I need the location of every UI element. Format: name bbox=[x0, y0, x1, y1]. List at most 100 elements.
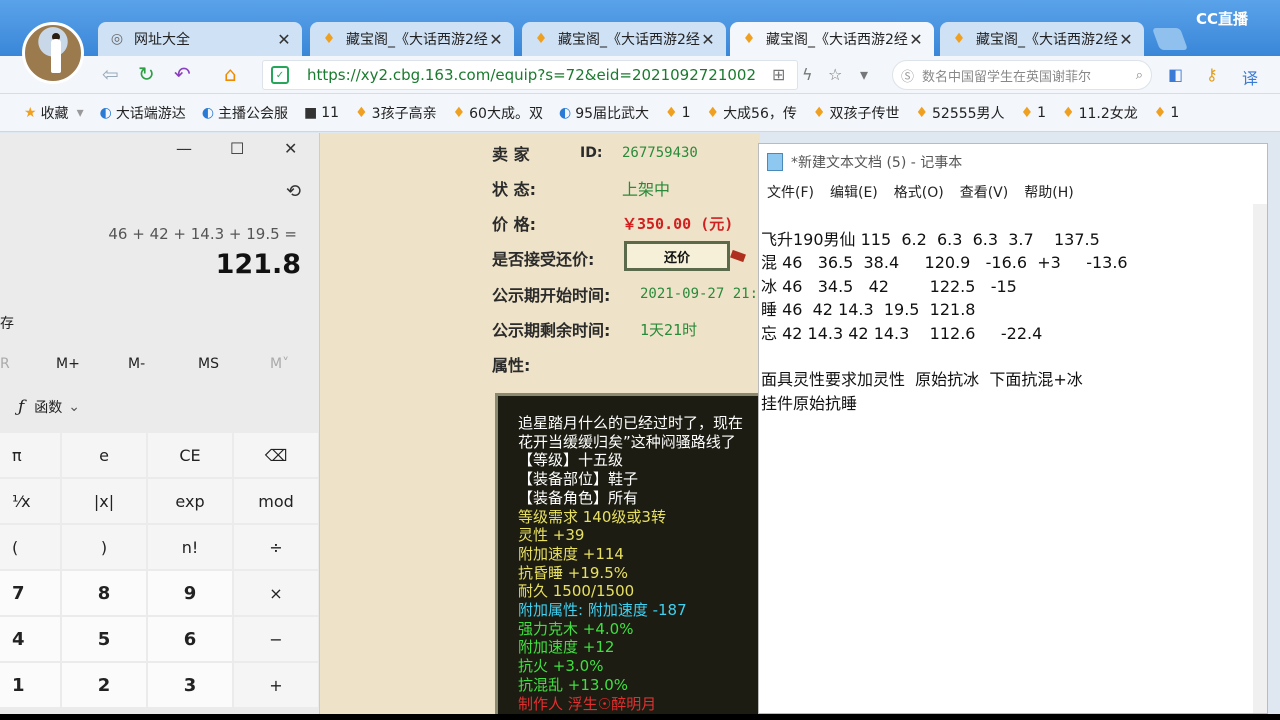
memory-add-button[interactable]: M+ bbox=[56, 356, 80, 372]
digit-6-key[interactable]: 6 bbox=[148, 617, 232, 661]
undo-icon[interactable]: ↶ bbox=[174, 64, 191, 84]
listing-page: 卖 家 ID: 267759430 状 态: 上架中 价 格: ￥350.00 … bbox=[320, 133, 760, 714]
memory-store-button[interactable]: MS bbox=[198, 356, 219, 372]
close-icon[interactable]: ✕ bbox=[700, 30, 716, 49]
translate-icon[interactable]: 译 bbox=[1242, 65, 1258, 89]
bargain-label: 是否接受还价: bbox=[492, 250, 595, 269]
new-tab-button[interactable] bbox=[1151, 28, 1189, 50]
function-menu[interactable]: ƒ 函数 ⌄ bbox=[18, 397, 80, 417]
refresh-icon[interactable]: ↻ bbox=[138, 64, 155, 84]
digit-1-key[interactable]: 1 bbox=[0, 663, 60, 707]
exp-key[interactable]: exp bbox=[148, 479, 232, 523]
search-icon[interactable]: ⌕ bbox=[1136, 68, 1143, 83]
mod-key[interactable]: mod bbox=[234, 479, 318, 523]
close-icon[interactable]: ✕ bbox=[908, 30, 924, 49]
digit-3-key[interactable]: 3 bbox=[148, 663, 232, 707]
url-field[interactable]: ✓ https://xy2.cbg.163.com/equip?s=72&eid… bbox=[262, 60, 798, 90]
grid-icon[interactable]: ⊞ bbox=[772, 65, 785, 84]
shop-icon: ♦ bbox=[452, 104, 466, 121]
notepad-menu-item[interactable]: 查看(V) bbox=[960, 182, 1009, 202]
bookmark-item[interactable]: ♦ 11.2女龙 bbox=[1062, 103, 1138, 123]
notepad-menu-item[interactable]: 格式(O) bbox=[894, 182, 944, 202]
search-text: 数名中国留学生在英国谢菲尔 bbox=[922, 69, 1092, 85]
cc-live-logo: CC直播 bbox=[1196, 10, 1249, 28]
key-icon[interactable]: ⚷ bbox=[1206, 65, 1218, 84]
digit-5-key[interactable]: 5 bbox=[62, 617, 146, 661]
open-paren-key[interactable]: ( bbox=[0, 525, 60, 569]
bargain-button[interactable]: 还价 bbox=[624, 241, 730, 271]
digit-4-key[interactable]: 4 bbox=[0, 617, 60, 661]
maximize-button[interactable]: ☐ bbox=[230, 139, 244, 158]
notepad-menu-item[interactable]: 编辑(E) bbox=[830, 182, 878, 202]
tab-nav[interactable]: ◎ 网址大全 ✕ bbox=[98, 22, 302, 56]
shop-icon: ♦ bbox=[742, 31, 756, 47]
lightning-icon[interactable]: ϟ bbox=[802, 65, 813, 84]
close-paren-key[interactable]: ) bbox=[62, 525, 146, 569]
bookmark-item[interactable]: ◐ 大话端游达 bbox=[100, 103, 186, 123]
backspace-key[interactable]: ⌫ bbox=[234, 433, 318, 477]
attr-row: 属性: bbox=[492, 352, 530, 376]
close-icon[interactable]: ✕ bbox=[488, 30, 504, 49]
bookmark-item[interactable]: ♦ 52555男人 bbox=[915, 103, 1004, 123]
bookmark-item[interactable]: ◐ 95届比武大 bbox=[559, 103, 649, 123]
clear-entry-key[interactable]: CE bbox=[148, 433, 232, 477]
bookmark-item[interactable]: ♦ 1 bbox=[665, 105, 690, 121]
bookmark-item[interactable]: ♦ 双孩子传世 bbox=[813, 103, 900, 123]
bookmark-item[interactable]: ♦ 3孩子高亲 bbox=[355, 103, 436, 123]
minus-key[interactable]: − bbox=[234, 617, 318, 661]
bookmark-item[interactable]: ♦ 1 bbox=[1154, 105, 1179, 121]
status-row: 状 态: 上架中 bbox=[492, 176, 670, 200]
chevron-down-icon[interactable]: ▾ bbox=[860, 65, 868, 84]
bookmarks-bar: ★ 收藏 ▾ ◐ 大话端游达 ◐ 主播公会服 ■ 11 ♦ 3孩子高亲 ♦ 60大成。双 ◐ 9… bbox=[0, 94, 1280, 132]
function-label: 函数 bbox=[34, 400, 63, 416]
factorial-key[interactable]: n! bbox=[148, 525, 232, 569]
close-icon[interactable]: ✕ bbox=[1118, 30, 1134, 49]
digit-2-key[interactable]: 2 bbox=[62, 663, 146, 707]
tab-cbg-1[interactable]: ♦ 藏宝阁_《大话西游2经 ✕ bbox=[310, 22, 514, 56]
bookmark-item[interactable]: ♦ 1 bbox=[1021, 105, 1046, 121]
abs-key[interactable]: |x| bbox=[62, 479, 146, 523]
history-icon[interactable]: ⟲ bbox=[286, 181, 301, 202]
description-line: 【等级】十五级 bbox=[518, 451, 624, 470]
digit-9-key[interactable]: 9 bbox=[148, 571, 232, 615]
e-key[interactable]: e bbox=[62, 433, 146, 477]
divide-key[interactable]: ÷ bbox=[234, 525, 318, 569]
attr-label: 属性: bbox=[492, 356, 531, 375]
description-line: 附加速度 +12 bbox=[518, 638, 615, 657]
search-input[interactable]: Ⓢ 数名中国留学生在英国谢菲尔 ⌕ bbox=[892, 60, 1152, 90]
bookmark-item[interactable]: ♦ 大成56，传 bbox=[707, 103, 797, 123]
reciprocal-key[interactable]: ¹⁄x bbox=[0, 479, 60, 523]
multiply-key[interactable]: × bbox=[234, 571, 318, 615]
tab-cbg-2[interactable]: ♦ 藏宝阁_《大话西游2经 ✕ bbox=[522, 22, 726, 56]
close-icon[interactable]: ✕ bbox=[276, 30, 292, 49]
star-icon[interactable]: ☆ bbox=[828, 65, 842, 84]
digit-7-key[interactable]: 7 bbox=[0, 571, 60, 615]
back-icon[interactable]: ⇦ bbox=[102, 64, 119, 84]
notepad-text-area[interactable]: 飞升190男仙 115 6.2 6.3 6.3 3.7 137.5 混 46 36… bbox=[761, 228, 1261, 415]
plus-key[interactable]: + bbox=[234, 663, 318, 707]
memory-subtract-button[interactable]: M- bbox=[128, 356, 145, 372]
shop-icon: ♦ bbox=[952, 31, 966, 47]
tab-cbg-3[interactable]: ♦ 藏宝阁_《大话西游2经 ✕ bbox=[730, 22, 934, 56]
tab-cbg-4[interactable]: ♦ 藏宝阁_《大话西游2经 ✕ bbox=[940, 22, 1144, 56]
notepad-menu-item[interactable]: 文件(F) bbox=[767, 182, 814, 202]
avatar[interactable] bbox=[22, 22, 84, 84]
extension-icon[interactable]: ◧ bbox=[1168, 65, 1183, 84]
notepad-menu-item[interactable]: 帮助(H) bbox=[1024, 182, 1073, 202]
bookmark-item[interactable]: ♦ 60大成。双 bbox=[453, 103, 543, 123]
minimize-button[interactable]: — bbox=[176, 139, 192, 158]
bookmark-item[interactable]: ■ 11 bbox=[304, 105, 339, 121]
memory-list-button[interactable]: M˅ bbox=[270, 356, 289, 372]
notepad-scrollbar[interactable] bbox=[1253, 204, 1267, 713]
pi-key[interactable]: π bbox=[0, 433, 60, 477]
description-line: 【装备角色】所有 bbox=[518, 488, 639, 507]
bookmark-item[interactable]: ◐ 主播公会服 bbox=[202, 103, 288, 123]
shop-icon: ♦ bbox=[915, 104, 929, 121]
memory-recall-button[interactable]: R bbox=[0, 356, 10, 372]
home-icon[interactable]: ⌂ bbox=[224, 64, 237, 84]
price-row: 价 格: ￥350.00 (元) bbox=[492, 211, 733, 235]
remain-label: 公示期剩余时间: bbox=[492, 321, 611, 340]
bookmark-item[interactable]: ★ 收藏 ▾ bbox=[24, 103, 84, 123]
close-button[interactable]: ✕ bbox=[284, 139, 297, 158]
digit-8-key[interactable]: 8 bbox=[62, 571, 146, 615]
